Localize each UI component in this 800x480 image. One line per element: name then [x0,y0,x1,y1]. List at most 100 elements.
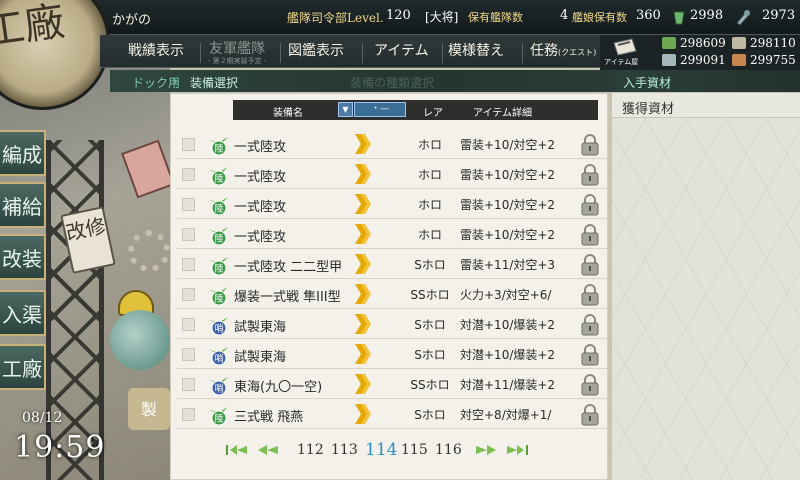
lock-icon[interactable] [580,194,600,216]
menu-record[interactable]: 戦績表示 [128,40,184,60]
admiral-name: かがの [112,13,152,28]
fleet-count: 4 [560,8,569,23]
sidebar-item-organize[interactable]: 編成 [0,130,46,176]
lock-icon[interactable] [580,224,600,246]
page-number-current[interactable]: 114 [365,440,397,460]
page-number[interactable]: 116 [435,442,462,458]
last-page-icon[interactable] [503,442,529,458]
aircraft-type-icon: 陸 [208,257,228,276]
fuel-amount: 298609 [680,36,726,50]
prev-page-icon[interactable] [255,442,281,458]
dev-material-count: 2973 [762,8,796,23]
first-page-icon[interactable] [225,442,251,458]
menu-items[interactable]: アイテム [374,40,429,60]
acquired-materials-label: 入手資材 [623,76,672,90]
menu-sublabel: - 第２期実装予定 - [208,57,267,65]
fuel-icon [662,37,676,49]
aircraft-type-icon: 哨 [208,317,228,336]
menu-divider [200,43,201,63]
acquired-materials-panel: 獲得資材 [612,93,800,480]
build-button[interactable]: 製 [128,388,170,430]
row-checkbox[interactable] [182,378,195,391]
equipment-row[interactable]: 哨試製東海 Sホロ 対潜+10/爆装+2 [177,340,607,369]
sidebar-item-remodel[interactable]: 改装 [0,234,46,280]
row-checkbox[interactable] [182,228,195,241]
equipment-row[interactable]: 陸一式陸攻 ホロ 雷装+10/対空+2 [177,220,607,249]
equipment-rarity: ホロ [417,228,442,242]
build-button-label: 製 [140,400,157,419]
page-number[interactable]: 112 [297,442,324,458]
menu-quest[interactable]: 任務(クエスト) [530,40,596,60]
equipment-rarity: ホロ [417,198,442,212]
svg-text:陸: 陸 [214,233,223,245]
aircraft-type-icon: 陸 [208,197,228,216]
lock-icon[interactable] [580,254,600,276]
item-shop-label: アイテム屋 [604,58,639,66]
lock-icon[interactable] [580,404,600,426]
menu-furniture[interactable]: 模様替え [448,40,504,60]
svg-text:陸: 陸 [214,263,223,275]
equipment-name: 試製東海 [234,320,287,335]
equipment-stats: 対空+8/対爆+1/ [460,408,552,422]
equipment-row[interactable]: 陸一式陸攻 ホロ 雷装+10/対空+2 [177,190,607,219]
equipment-row[interactable]: 陸三式戦 飛燕 Sホロ 対空+8/対爆+1/ [177,400,607,429]
next-page-icon[interactable] [473,442,499,458]
equipment-stats: 雷装+10/対空+2 [460,138,556,152]
equipment-row[interactable]: 陸一式陸攻 ホロ 雷装+10/対空+2 [177,160,607,189]
row-checkbox[interactable] [182,318,195,331]
sidebar-item-label: 入渠 [2,302,42,327]
lock-icon[interactable] [580,134,600,156]
sort-toggle-button[interactable]: ・— [354,102,406,117]
equipment-row[interactable]: 哨東海(九〇一空) SSホロ 対潜+11/爆装+2 [177,370,607,399]
equipment-row[interactable]: 哨試製東海 Sホロ 対潜+10/爆装+2 [177,310,607,339]
row-checkbox[interactable] [182,408,195,421]
menu-sublabel: (クエスト) [558,48,597,57]
menu-encyclopedia[interactable]: 図鑑表示 [288,40,344,60]
page-number[interactable]: 115 [401,442,428,458]
fleet-count-label: 保有艦隊数 [468,11,523,24]
equipment-name: 一式陸攻 [234,140,287,155]
equipment-row[interactable]: 陸一式陸攻 二二型甲 Sホロ 雷装+11/対空+3 [177,250,607,279]
ammo-icon [732,37,746,49]
row-checkbox[interactable] [182,348,195,361]
sidebar-item-arsenal[interactable]: 工廠 [0,344,46,390]
chevron-right-icon [355,194,371,214]
sort-dropdown-button[interactable]: ▼ [338,102,353,117]
header-detail: アイテム詳細 [473,108,532,119]
lock-icon[interactable] [580,284,600,306]
lock-icon[interactable] [580,164,600,186]
row-checkbox[interactable] [182,288,195,301]
equipment-rarity: Sホロ [414,408,446,422]
sidebar-item-repair[interactable]: 入渠 [0,290,46,336]
breadcrumb-ghost-text: 装備の種類選択 [350,76,435,90]
item-shop-button[interactable]: アイテム屋 [600,35,652,69]
equipment-row[interactable]: 陸爆装一式戦 隼III型 SSホロ 火力+3/対空+6/ [177,280,607,309]
chevron-right-icon [355,344,371,364]
row-checkbox[interactable] [182,258,195,271]
equipment-name: 試製東海 [234,350,287,365]
dev-material-icon [736,10,750,26]
lock-icon[interactable] [580,374,600,396]
page-number[interactable]: 113 [331,442,358,458]
chevron-right-icon [355,284,371,304]
date-display: 08/12 [22,410,63,426]
sidebar-item-supply[interactable]: 補給 [0,182,46,228]
menu-friend-fleet[interactable]: 友軍艦隊 - 第２期実装予定 - [208,38,266,66]
aircraft-type-icon: 陸 [208,227,228,246]
equipment-rarity: ホロ [417,168,442,182]
list-header: 装備名 ▼ ・— レア アイテム詳細 [233,100,598,120]
menu-label: アイテム [374,43,429,59]
row-checkbox[interactable] [182,168,195,181]
emblem-text: 工廠 [0,0,68,56]
lock-icon[interactable] [580,344,600,366]
ammo-amount: 298110 [750,36,796,50]
row-checkbox[interactable] [182,138,195,151]
row-checkbox[interactable] [182,198,195,211]
lock-icon[interactable] [580,314,600,336]
equipment-row[interactable]: 陸一式陸攻 ホロ 雷装+10/対空+2 [177,130,607,159]
bucket-icon [673,11,685,25]
equipment-rarity: Sホロ [414,318,446,332]
chevron-right-icon [355,374,371,394]
menu-label: 戦績表示 [128,43,184,59]
clock-display: 19:59 [14,430,106,465]
